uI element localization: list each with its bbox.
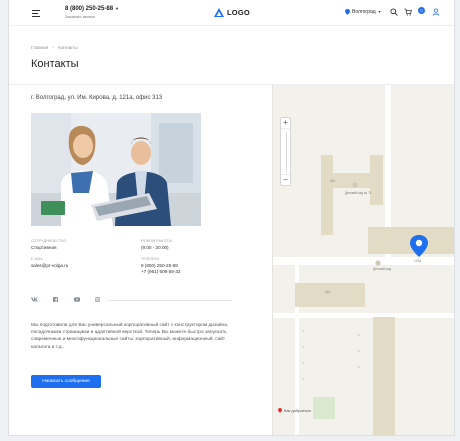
- map-canvas: [273, 85, 454, 435]
- zoom-out-button[interactable]: −: [281, 175, 290, 185]
- logo[interactable]: LOGO: [214, 8, 250, 17]
- contact-value: Спортивная: [31, 245, 57, 250]
- city-selector[interactable]: Волгоград ▼: [345, 9, 381, 15]
- contact-label: Телефон: [141, 257, 160, 261]
- contact-email: E-mail sales@pr-volga.ru: [31, 257, 68, 269]
- breadcrumb-separator: -: [52, 45, 54, 50]
- search-icon[interactable]: [390, 8, 398, 16]
- youtube-icon[interactable]: [73, 296, 80, 303]
- vk-icon[interactable]: [31, 296, 38, 303]
- map-building-label: 111: [330, 179, 335, 183]
- map-poi-label: Детский сад: [373, 267, 391, 271]
- page-title: Контакты: [31, 58, 79, 70]
- facebook-icon[interactable]: [52, 296, 59, 303]
- chevron-down-icon: ▼: [377, 10, 382, 14]
- logo-icon: [214, 8, 224, 17]
- user-icon[interactable]: [432, 8, 440, 16]
- write-message-button[interactable]: Написать сообщение: [31, 375, 101, 388]
- contact-label: Сотрудничество: [31, 239, 67, 243]
- breadcrumb: Главная - Контакты: [31, 45, 81, 50]
- zoom-in-button[interactable]: +: [281, 118, 290, 128]
- map[interactable]: 111 Детский сад № 71 121а Детский сад 11…: [272, 85, 454, 435]
- zoom-slider[interactable]: [281, 128, 290, 175]
- social-links: [31, 296, 101, 303]
- contact-cooperation: Сотрудничество Спортивная: [31, 239, 67, 251]
- route-pin-icon: [278, 408, 282, 413]
- map-building-label: 113: [325, 290, 331, 294]
- breadcrumb-home[interactable]: Главная: [31, 45, 48, 50]
- map-zoom-control: + −: [280, 117, 291, 186]
- phone-link[interactable]: +7 (961) 606-58-32: [141, 269, 180, 275]
- route-link[interactable]: Как добраться: [278, 408, 311, 413]
- city-name: Волгоград: [352, 9, 376, 15]
- email-link[interactable]: sales@pr-volga.ru: [31, 263, 68, 269]
- instagram-icon[interactable]: [94, 296, 101, 303]
- contact-phone: Телефон 8 (800) 250-25-88 +7 (961) 606-5…: [141, 257, 180, 275]
- map-poi-label: Детский сад № 71: [345, 191, 372, 195]
- breadcrumb-current: Контакты: [58, 45, 78, 50]
- cart-icon[interactable]: [404, 8, 412, 16]
- menu-icon[interactable]: [32, 10, 40, 19]
- chevron-down-icon: ▼: [115, 6, 120, 11]
- contact-value: (9:00 - 20:00): [141, 245, 169, 250]
- contact-label: E-mail: [31, 257, 44, 261]
- office-address: г. Волгоград, ул. Им. Кирова, д. 121а, о…: [31, 95, 163, 101]
- contact-label: Режим работы: [141, 239, 172, 243]
- divider: [107, 300, 232, 301]
- page-frame: 8 (800) 250-25-88 ▼ Заказать звонок LOGO …: [8, 0, 455, 436]
- route-link-label: Как добраться: [284, 408, 311, 413]
- logo-text: LOGO: [227, 8, 250, 17]
- site-header: 8 (800) 250-25-88 ▼ Заказать звонок LOGO …: [9, 0, 454, 26]
- map-address-label: 121а: [414, 259, 422, 263]
- company-description: Мы подготовили для Вас универсальный кор…: [31, 323, 229, 350]
- office-photo: [31, 113, 201, 226]
- cart-count-badge: 0: [418, 7, 425, 14]
- contact-schedule: Режим работы (9:00 - 20:00): [141, 239, 172, 251]
- location-pin-icon: [345, 9, 350, 15]
- callback-link[interactable]: Заказать звонок: [65, 14, 95, 19]
- header-phone[interactable]: 8 (800) 250-25-88 ▼: [65, 6, 119, 12]
